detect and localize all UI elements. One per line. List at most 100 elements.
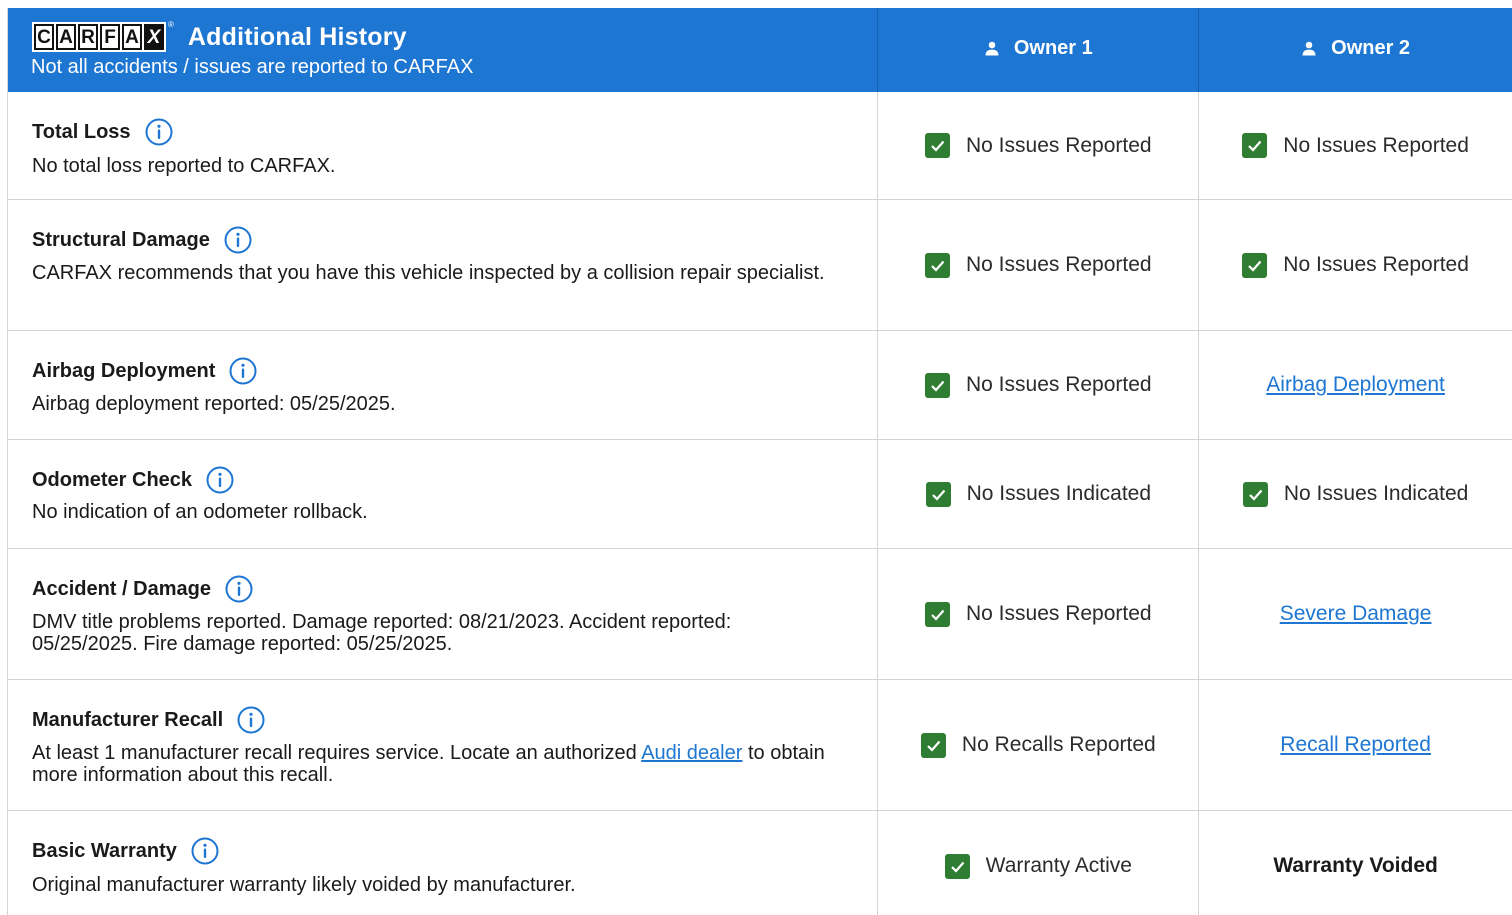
audi-dealer-link[interactable]: Audi dealer bbox=[641, 742, 742, 764]
row-info-cell: Basic Warranty Original manufacturer war… bbox=[8, 811, 879, 915]
check-icon bbox=[920, 732, 946, 758]
row-title-label: Accident / Damage bbox=[32, 577, 211, 600]
logo-letter: F bbox=[100, 24, 120, 50]
owner-2-header: Owner 2 bbox=[1199, 8, 1512, 92]
info-icon[interactable] bbox=[206, 466, 234, 494]
row-info-cell: Total Loss No total loss reported to CAR… bbox=[8, 92, 879, 199]
header-brand-cell: C A R F A X ® Additional History Not all… bbox=[8, 8, 879, 92]
airbag-deployment-link[interactable]: Airbag Deployment bbox=[1266, 373, 1445, 397]
row-title: Airbag Deployment bbox=[32, 357, 257, 385]
status-no-issues: No Issues Indicated bbox=[1242, 481, 1469, 507]
brand-line: C A R F A X ® Additional History bbox=[32, 20, 407, 52]
registered-mark: ® bbox=[168, 20, 174, 29]
owner-1-header: Owner 1 bbox=[878, 8, 1200, 92]
row-title-label: Structural Damage bbox=[32, 228, 210, 251]
check-icon bbox=[1242, 252, 1268, 278]
check-icon bbox=[925, 133, 950, 158]
status-no-issues: No Issues Reported bbox=[925, 252, 1152, 278]
owner-1-cell: No Issues Reported bbox=[878, 549, 1200, 679]
logo-letter: X bbox=[144, 24, 164, 50]
owner-2-cell: No Issues Indicated bbox=[1199, 440, 1512, 548]
status-warranty-active: Warranty Active bbox=[944, 853, 1132, 879]
row-info-cell: Odometer Check No indication of an odome… bbox=[8, 440, 879, 548]
owner-2-cell: Recall Reported bbox=[1199, 680, 1512, 810]
check-icon bbox=[944, 853, 970, 879]
row-title: Accident / Damage bbox=[32, 575, 253, 603]
status-text: No Issues Reported bbox=[966, 253, 1152, 276]
check-icon bbox=[925, 601, 950, 627]
status-no-issues: No Issues Reported bbox=[925, 133, 1152, 158]
status-text: Warranty Active bbox=[985, 854, 1132, 877]
row-title: Odometer Check bbox=[32, 466, 234, 494]
recall-reported-link[interactable]: Recall Reported bbox=[1280, 733, 1431, 757]
owner-2-cell: No Issues Reported bbox=[1199, 200, 1512, 330]
status-text: No Issues Reported bbox=[966, 133, 1152, 157]
check-icon bbox=[1242, 481, 1268, 507]
owner-label: Owner 2 bbox=[1331, 36, 1411, 59]
row-title-label: Airbag Deployment bbox=[32, 359, 216, 382]
table-row: Accident / Damage DMV title problems rep… bbox=[8, 549, 1512, 680]
info-icon[interactable] bbox=[224, 226, 252, 254]
info-icon[interactable] bbox=[229, 357, 257, 385]
logo-letter: R bbox=[78, 24, 98, 50]
info-icon[interactable] bbox=[225, 575, 253, 603]
row-title-label: Basic Warranty bbox=[32, 839, 177, 862]
owner-1-cell: No Issues Reported bbox=[878, 331, 1200, 439]
table-row: Basic Warranty Original manufacturer war… bbox=[8, 811, 1512, 915]
check-icon bbox=[925, 481, 951, 507]
row-title-label: Total Loss bbox=[32, 120, 131, 143]
logo-letter: A bbox=[122, 24, 142, 50]
warranty-voided-text: Warranty Voided bbox=[1273, 854, 1438, 877]
page-subtitle: Not all accidents / issues are reported … bbox=[31, 56, 474, 78]
row-description: No total loss reported to CARFAX. bbox=[32, 155, 336, 177]
description-text: At least 1 manufacturer recall requires … bbox=[32, 742, 642, 764]
table-row: Structural Damage CARFAX recommends that… bbox=[8, 200, 1512, 331]
status-no-issues: No Issues Reported bbox=[1242, 133, 1469, 158]
status-text: No Issues Indicated bbox=[1283, 482, 1469, 505]
table-header: C A R F A X ® Additional History Not all… bbox=[8, 8, 1512, 92]
row-description: Airbag deployment reported: 05/25/2025. bbox=[32, 393, 396, 415]
row-description: DMV title problems reported. Damage repo… bbox=[32, 611, 732, 655]
check-icon bbox=[925, 252, 950, 278]
table-row: Airbag Deployment Airbag deployment repo… bbox=[8, 331, 1512, 440]
row-title: Total Loss bbox=[32, 118, 173, 146]
status-no-issues: No Issues Reported bbox=[925, 601, 1152, 627]
row-info-cell: Structural Damage CARFAX recommends that… bbox=[8, 200, 879, 330]
row-title-label: Manufacturer Recall bbox=[32, 708, 224, 731]
table-row: Odometer Check No indication of an odome… bbox=[8, 440, 1512, 549]
status-no-recalls: No Recalls Reported bbox=[920, 732, 1156, 758]
status-no-issues: No Issues Reported bbox=[1242, 252, 1469, 278]
person-icon bbox=[985, 41, 999, 56]
page-title: Additional History bbox=[187, 22, 407, 51]
row-info-cell: Airbag Deployment Airbag deployment repo… bbox=[8, 331, 879, 439]
row-description: Original manufacturer warranty likely vo… bbox=[32, 874, 576, 896]
logo-letter: A bbox=[56, 24, 76, 50]
check-icon bbox=[925, 372, 950, 398]
severe-damage-link[interactable]: Severe Damage bbox=[1280, 602, 1432, 626]
carfax-logo[interactable]: C A R F A X bbox=[32, 22, 166, 52]
info-icon[interactable] bbox=[237, 706, 265, 734]
row-title-label: Odometer Check bbox=[32, 468, 193, 491]
status-no-issues: No Issues Indicated bbox=[925, 481, 1151, 507]
owner-2-cell: Airbag Deployment bbox=[1199, 331, 1512, 439]
row-info-cell: Accident / Damage DMV title problems rep… bbox=[8, 549, 879, 679]
status-text: No Issues Reported bbox=[966, 602, 1152, 625]
additional-history-table: C A R F A X ® Additional History Not all… bbox=[7, 8, 1512, 915]
person-icon bbox=[1302, 41, 1316, 56]
owner-2-cell: Warranty Voided bbox=[1199, 811, 1512, 915]
status-text: No Issues Reported bbox=[1283, 253, 1469, 276]
table-row: Total Loss No total loss reported to CAR… bbox=[8, 92, 1512, 200]
table-row: Manufacturer Recall At least 1 manufactu… bbox=[8, 680, 1512, 811]
owner-2-cell: No Issues Reported bbox=[1199, 92, 1512, 199]
row-description: At least 1 manufacturer recall requires … bbox=[32, 742, 859, 786]
row-title: Basic Warranty bbox=[32, 837, 219, 865]
check-icon bbox=[1242, 133, 1268, 158]
row-description: No indication of an odometer rollback. bbox=[32, 501, 368, 523]
info-icon[interactable] bbox=[145, 118, 173, 146]
owner-2-cell: Severe Damage bbox=[1199, 549, 1512, 679]
owner-1-cell: No Issues Reported bbox=[878, 92, 1200, 199]
info-icon[interactable] bbox=[191, 837, 219, 865]
row-title: Structural Damage bbox=[32, 226, 252, 254]
status-text: No Recalls Reported bbox=[961, 733, 1156, 756]
status-text: No Issues Reported bbox=[1283, 133, 1469, 157]
